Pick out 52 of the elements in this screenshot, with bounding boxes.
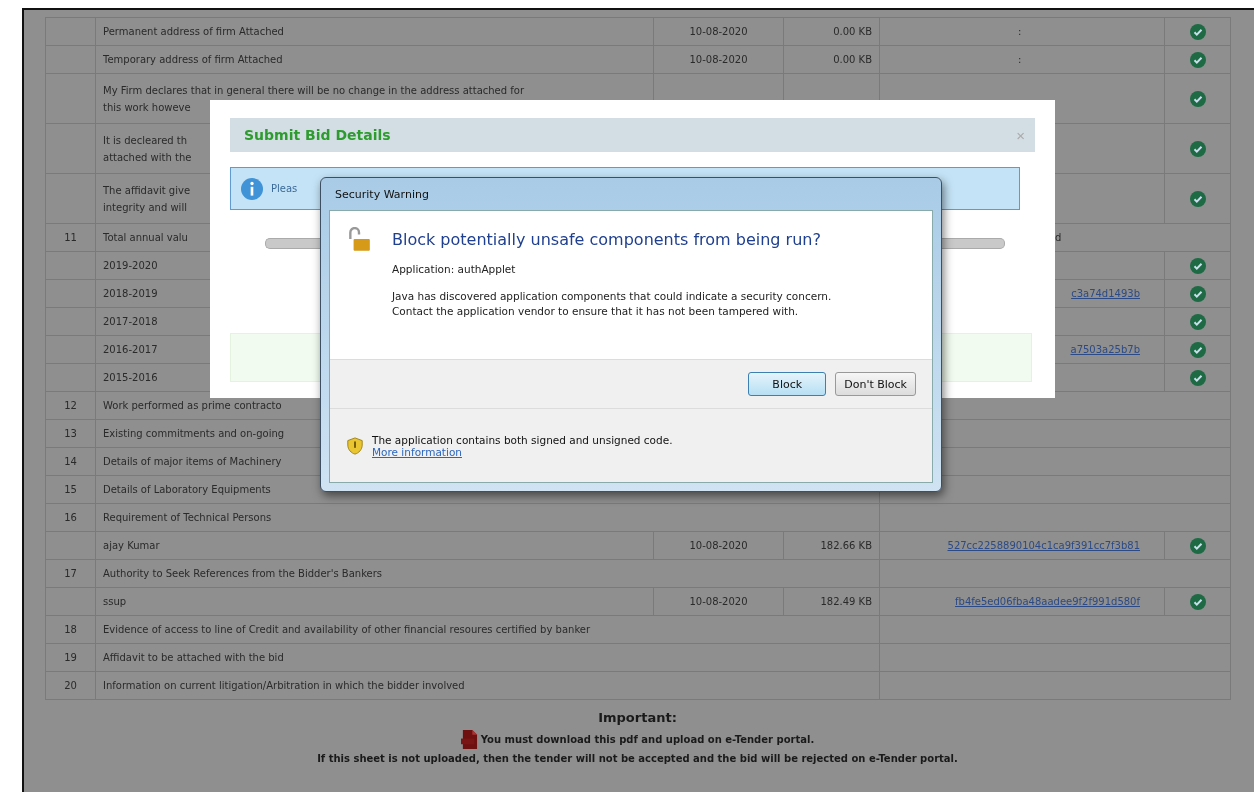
upload-date-cell: 10-08-2020 bbox=[654, 46, 784, 74]
dialog-button[interactable]: Block bbox=[748, 372, 827, 396]
info-text: Pleas bbox=[271, 183, 298, 194]
item-title-cell: Information on current litigation/Arbitration in which the bidder involved bbox=[96, 672, 880, 700]
file-hash-link[interactable]: c3a74d1493b bbox=[1071, 288, 1140, 299]
file-hash-link[interactable]: fb4fe5ed06fba48aadee9f2f991d580f bbox=[955, 596, 1140, 607]
pdf-icon bbox=[460, 730, 478, 749]
document-name-cell: ssup bbox=[96, 588, 654, 616]
loading-bar-segment bbox=[265, 238, 320, 249]
more-information-link[interactable]: More information bbox=[372, 445, 462, 458]
close-button[interactable]: × bbox=[1016, 126, 1025, 144]
dash-mark: : bbox=[1018, 26, 1022, 37]
dialog-title: Submit Bid Details bbox=[244, 127, 391, 143]
dialog-button[interactable]: Don't Block bbox=[835, 372, 916, 396]
warning-shield-icon bbox=[346, 436, 364, 455]
important-heading: Important: bbox=[597, 710, 678, 725]
file-size-cell: 182.66 KB bbox=[784, 532, 880, 560]
file-hash-link[interactable]: a7503a25b7b bbox=[1070, 344, 1140, 355]
item-title-cell: Affidavit to be attached with the bid bbox=[96, 644, 880, 672]
item-title-cell: Evidence of access to line of Credit and availability of other financial resoures certified by banker bbox=[96, 616, 880, 644]
file-size-cell: 0.00 KB bbox=[784, 18, 880, 46]
row-number-cell: 17 bbox=[46, 560, 96, 588]
warning-heading: Block potentially unsafe components from being run? bbox=[392, 230, 821, 249]
row-number-cell: 13 bbox=[46, 420, 96, 448]
upload-date-cell: 10-08-2020 bbox=[654, 588, 784, 616]
file-hash-link[interactable]: 527cc2258890104c1ca9f391cc7f3b81 bbox=[947, 540, 1140, 551]
upload-date-cell: 10-08-2020 bbox=[654, 18, 784, 46]
row-number-cell: 11 bbox=[46, 224, 96, 252]
download-notice: You must download this pdf and upload on e-Tender portal. bbox=[480, 734, 815, 745]
row-number-cell: 18 bbox=[46, 616, 96, 644]
application-name: Application: authApplet bbox=[392, 263, 516, 275]
document-name-cell: Permanent address of firm Attached bbox=[96, 18, 654, 46]
file-size-cell: 0.00 KB bbox=[784, 46, 880, 74]
loading-bar-segment bbox=[942, 238, 1005, 249]
document-name-cell: Temporary address of firm Attached bbox=[96, 46, 654, 74]
rejection-warning: If this sheet is not uploaded, then the tender will not be accepted and the bid will be rejected on e-Tender portal. bbox=[316, 753, 959, 764]
file-size-cell: 182.49 KB bbox=[784, 588, 880, 616]
row-number-cell: 15 bbox=[46, 476, 96, 504]
window-title: Security Warning bbox=[335, 187, 429, 201]
row-number-cell: 19 bbox=[46, 644, 96, 672]
upload-date-cell: 10-08-2020 bbox=[654, 532, 784, 560]
row-number-cell: 14 bbox=[46, 448, 96, 476]
item-title-cell: Authority to Seek References from the Bidder's Bankers bbox=[96, 560, 880, 588]
item-title-cell: Requirement of Technical Persons bbox=[96, 504, 880, 532]
document-name-cell: ajay Kumar bbox=[96, 532, 654, 560]
row-number-cell: 12 bbox=[46, 392, 96, 420]
row-number-cell: 20 bbox=[46, 672, 96, 700]
signed-code-notice: The application contains both signed and unsigned code. bbox=[372, 433, 673, 446]
row-number-cell: 16 bbox=[46, 504, 96, 532]
dash-mark: : bbox=[1018, 54, 1022, 65]
unlocked-padlock-icon bbox=[346, 227, 372, 253]
info-icon bbox=[241, 177, 263, 200]
